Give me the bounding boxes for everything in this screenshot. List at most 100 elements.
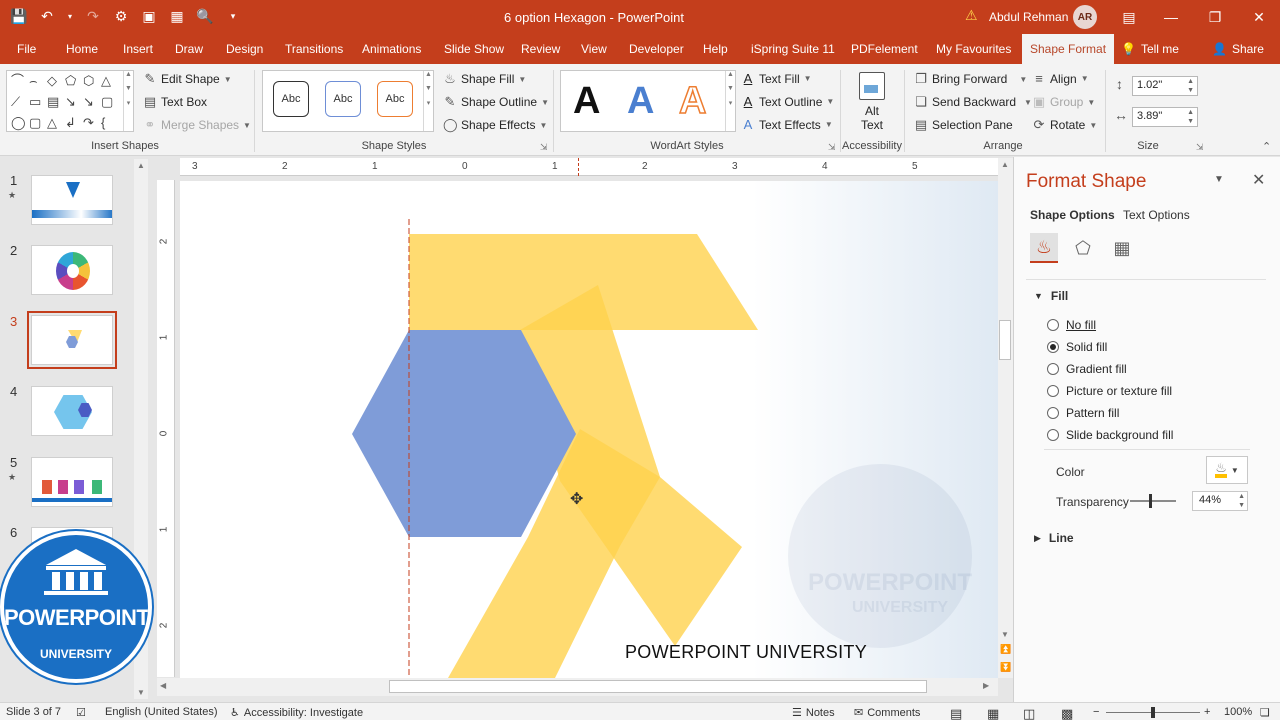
next-slide-icon[interactable]: ⏬	[1000, 662, 1011, 673]
maximize-icon[interactable]: ❐	[1204, 6, 1226, 28]
shapes-gallery-scroll[interactable]: ▲ ▼ ▾	[123, 71, 133, 131]
tab-file[interactable]: File	[17, 34, 36, 64]
shape-style-blue[interactable]: Abc	[325, 81, 361, 117]
zoom-slider-thumb[interactable]	[1151, 707, 1155, 718]
brace-shape-icon[interactable]: {	[101, 116, 105, 129]
print-preview-icon[interactable]: 🔍	[196, 7, 214, 25]
slide-footer-text[interactable]: POWERPOINT UNIVERSITY	[625, 642, 867, 663]
no-fill-option[interactable]: No fill	[1047, 318, 1096, 332]
tab-draw[interactable]: Draw	[175, 34, 203, 64]
editor-horizontal-scrollbar[interactable]: ◀ ▶	[157, 678, 998, 696]
redo-icon[interactable]: ↷	[84, 7, 102, 25]
presentation-icon[interactable]: ▣	[140, 7, 158, 25]
alt-text-button[interactable]: Alt Text	[850, 70, 894, 138]
merge-shapes-button[interactable]: ⚭ Merge Shapes ▼	[143, 117, 251, 133]
oval-shape-icon[interactable]: ◯	[11, 116, 26, 129]
tab-help[interactable]: Help	[703, 34, 728, 64]
tab-design[interactable]: Design	[226, 34, 263, 64]
shape-width-field[interactable]: 3.89" ▲ ▼	[1132, 107, 1198, 127]
send-backward-button[interactable]: ❏ Send Backward ▼	[914, 94, 1032, 110]
tab-shape-options[interactable]: Shape Options	[1030, 208, 1115, 222]
radio-button[interactable]	[1047, 429, 1059, 441]
line-section-header[interactable]: ▶ Line	[1034, 531, 1074, 545]
notes-button[interactable]: ☰ Notes	[792, 706, 835, 720]
slide-thumbnail-1[interactable]	[31, 175, 113, 225]
tab-developer[interactable]: Developer	[629, 34, 684, 64]
slide-canvas[interactable]: POWERPOINT UNIVERSITY POWERPOINT UNIVERS…	[180, 181, 998, 678]
gradient-fill-option[interactable]: Gradient fill	[1047, 362, 1127, 376]
dialog-launcher-icon[interactable]: ⇲	[540, 142, 550, 152]
triangle-shape-icon[interactable]: △	[101, 74, 111, 87]
size-properties-icon[interactable]: ▦	[1108, 233, 1136, 263]
scroll-up-icon[interactable]: ▲	[1001, 160, 1009, 169]
spinner-icon[interactable]: ▲ ▼	[1238, 492, 1245, 510]
wordart-scroll[interactable]: ▲ ▼ ▾	[725, 71, 735, 131]
rotate-button[interactable]: ⟳ Rotate ▼	[1032, 117, 1098, 133]
wordart-black[interactable]: A	[573, 77, 600, 125]
fill-line-icon[interactable]: ♨	[1030, 233, 1058, 263]
shapes-gallery[interactable]: ⌒ ⌢ ◇ ⬠ ⬡ △ ⟋ ▭ ▤ ↘ ↘ ▢ ◯ ▢ △ ↲ ↷ { ▲ ▼ ▾	[6, 70, 134, 132]
customize-qat-icon[interactable]: ▾	[224, 7, 242, 25]
picture-fill-option[interactable]: Picture or texture fill	[1047, 384, 1172, 398]
zoom-slider[interactable]	[1106, 707, 1200, 718]
reading-view-icon[interactable]: ◫	[1023, 706, 1035, 720]
tab-slide-show[interactable]: Slide Show	[444, 34, 504, 64]
save-icon[interactable]: 💾	[10, 7, 28, 25]
slide-thumbnail-3[interactable]	[27, 311, 117, 369]
slide-thumbnail-4[interactable]	[31, 386, 113, 436]
undo-dropdown-icon[interactable]: ▾	[66, 7, 74, 25]
dialog-launcher-icon[interactable]: ⇲	[1196, 142, 1206, 152]
shape-effects-button[interactable]: ◯ Shape Effects ▼	[443, 117, 547, 133]
slide-thumbnail-2[interactable]	[31, 245, 113, 295]
scroll-down-icon[interactable]: ▼	[137, 688, 145, 697]
warning-icon[interactable]: ⚠	[965, 7, 978, 24]
close-icon[interactable]: ✕	[1248, 6, 1270, 28]
align-button[interactable]: ≡ Align ▼	[1032, 71, 1088, 86]
callout-shape-icon[interactable]: ↘	[65, 95, 76, 108]
arrow-line-icon[interactable]: ↘	[83, 95, 94, 108]
tab-review[interactable]: Review	[521, 34, 560, 64]
transparency-field[interactable]: 44% ▲ ▼	[1192, 491, 1248, 511]
rectangle-shape-icon[interactable]: ▭	[29, 95, 41, 108]
rounded-rect-icon[interactable]: ▢	[29, 116, 41, 129]
wordart-blue[interactable]: A	[627, 77, 654, 125]
color-picker-button[interactable]: ♨ ▼	[1206, 456, 1248, 484]
slide-thumbnail-5[interactable]	[31, 457, 113, 507]
shape-styles-scroll[interactable]: ▲ ▼ ▾	[423, 71, 433, 131]
diagonal-line-icon[interactable]: ⟋	[11, 95, 20, 108]
zoom-level[interactable]: 100%	[1224, 706, 1252, 718]
scroll-right-icon[interactable]: ▶	[983, 681, 989, 690]
spinner-icon[interactable]: ▲ ▼	[1187, 108, 1194, 126]
user-name[interactable]: Abdul Rehman	[989, 10, 1068, 24]
slide-background-fill-option[interactable]: Slide background fill	[1047, 428, 1173, 442]
slideshow-view-icon[interactable]: ▩	[1061, 706, 1073, 720]
selection-pane-button[interactable]: ▤ Selection Pane	[914, 117, 1013, 133]
textbox-shape-icon[interactable]: ▤	[47, 95, 59, 108]
scroll-up-icon[interactable]: ▲	[137, 161, 145, 170]
tab-my-favourites[interactable]: My Favourites	[936, 34, 1011, 64]
share-button[interactable]: 👤 Share	[1212, 34, 1264, 64]
minimize-icon[interactable]: —	[1160, 6, 1182, 28]
shape-style-orange[interactable]: Abc	[377, 81, 413, 117]
transparency-slider[interactable]	[1130, 494, 1176, 508]
shape-outline-button[interactable]: ✎ Shape Outline ▼	[443, 94, 549, 110]
triangle-outline-icon[interactable]: △	[47, 116, 57, 129]
slider-thumb[interactable]	[1149, 494, 1152, 508]
scroll-down-icon[interactable]: ▼	[1001, 630, 1009, 639]
zoom-out-icon[interactable]: −	[1093, 706, 1099, 718]
normal-view-icon[interactable]: ▤	[950, 706, 962, 720]
edit-shape-button[interactable]: ✎ Edit Shape ▼	[143, 71, 232, 87]
shape-fill-button[interactable]: ♨ Shape Fill ▼	[443, 71, 526, 87]
comments-button[interactable]: ✉ Comments	[854, 706, 920, 720]
editor-vertical-scrollbar[interactable]: ▲ ▼ ⏫ ⏬	[998, 158, 1013, 678]
pattern-fill-option[interactable]: Pattern fill	[1047, 406, 1119, 420]
language-indicator[interactable]: English (United States)	[105, 706, 218, 718]
text-effects-button[interactable]: A Text Effects ▼	[741, 117, 833, 132]
elbow-connector-icon[interactable]: ↲	[65, 116, 76, 129]
radio-button[interactable]	[1047, 407, 1059, 419]
radio-button[interactable]	[1047, 385, 1059, 397]
tab-shape-format[interactable]: Shape Format	[1022, 34, 1115, 64]
scroll-thumb[interactable]	[999, 320, 1011, 360]
wordart-orange-outline[interactable]: A	[678, 77, 707, 125]
fill-section-header[interactable]: ▼ Fill	[1034, 289, 1068, 303]
